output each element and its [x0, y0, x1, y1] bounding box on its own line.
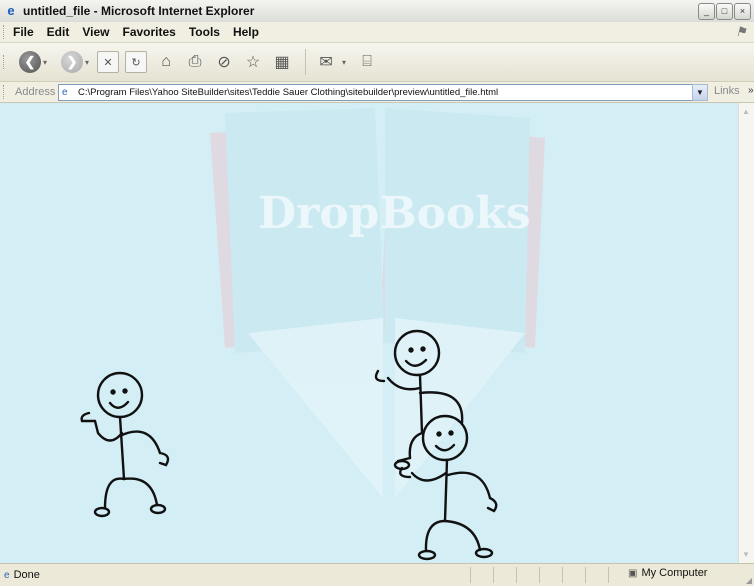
forward-button[interactable]: ❯	[61, 51, 84, 73]
status-pane	[493, 567, 516, 583]
print-icon: ⎙	[188, 53, 202, 70]
print-button[interactable]: ⎙	[182, 49, 208, 75]
resize-grip-icon[interactable]: ◢	[746, 576, 752, 585]
security-zone: ▣ My Computer	[628, 567, 707, 579]
stop-button[interactable]: ✕	[97, 51, 120, 73]
back-button[interactable]: ❮	[19, 51, 41, 73]
toolbar-grip[interactable]	[3, 85, 7, 99]
maximize-button[interactable]: □	[716, 3, 733, 20]
chevron-down-icon: ▼	[696, 88, 704, 97]
standard-toolbar: ❮ ▾ ❯ ▾ ✕ ↻ ⌂ ⎙ ⊘ ☆ ▦ ✉ ▾ ⌸	[0, 43, 754, 82]
watermark-text: DropBooks	[258, 188, 531, 239]
media-icon: ▦	[274, 54, 290, 71]
links-chevron-icon[interactable]: »	[748, 85, 754, 96]
window-controls: _ □ ×	[698, 3, 751, 20]
address-label: Address	[15, 86, 56, 98]
stick-figure-left	[80, 371, 170, 518]
page-done-icon: e	[4, 569, 10, 581]
address-url[interactable]: C:\Program Files\Yahoo SiteBuilder\sites…	[78, 87, 498, 98]
title-bar: e untitled_file - Microsoft Internet Exp…	[0, 0, 754, 23]
home-icon: ⌂	[161, 53, 171, 70]
back-arrow-icon: ❮	[24, 54, 36, 69]
mail-icon: ✉	[319, 54, 333, 71]
refresh-button[interactable]: ↻	[125, 51, 148, 73]
status-pane	[585, 567, 608, 583]
minimize-button[interactable]: _	[698, 3, 715, 20]
toolbar-grip[interactable]	[3, 25, 7, 39]
computer-icon: ▣	[628, 567, 638, 579]
dropbooks-watermark: DropBooks	[210, 108, 545, 498]
menu-bar: File Edit View Favorites Tools Help ⚑	[0, 22, 754, 43]
messenger-button[interactable]: ⌸	[354, 49, 380, 75]
search-icon: ⊘	[217, 54, 231, 71]
forward-dropdown-icon[interactable]: ▾	[85, 58, 89, 67]
mail-button[interactable]: ✉	[313, 49, 339, 75]
toolbar-separator	[305, 49, 307, 75]
status-text: Done	[13, 569, 40, 581]
scroll-down-icon[interactable]: ▼	[742, 550, 750, 559]
refresh-icon: ↻	[131, 56, 141, 69]
page-icon: e	[62, 86, 68, 98]
search-button[interactable]: ⊘	[211, 49, 237, 75]
ie-logo-icon: e	[7, 3, 15, 18]
address-dropdown-button[interactable]: ▼	[692, 84, 708, 101]
menu-help[interactable]: Help	[233, 25, 259, 39]
scroll-up-icon[interactable]: ▲	[742, 107, 750, 116]
menu-file[interactable]: File	[13, 25, 34, 39]
status-pane	[516, 567, 539, 583]
mail-dropdown-icon[interactable]: ▾	[342, 58, 346, 67]
menu-view[interactable]: View	[82, 25, 109, 39]
status-pane	[539, 567, 562, 583]
status-panes	[470, 567, 631, 583]
status-pane	[562, 567, 585, 583]
zone-text: My Computer	[641, 567, 708, 579]
address-bar: Address e C:\Program Files\Yahoo SiteBui…	[0, 82, 754, 103]
star-icon: ☆	[245, 54, 261, 71]
links-label[interactable]: Links	[714, 85, 740, 97]
close-button[interactable]: ×	[734, 3, 751, 20]
status-pane	[470, 567, 493, 583]
address-input[interactable]: e C:\Program Files\Yahoo SiteBuilder\sit…	[58, 84, 693, 101]
forward-arrow-icon: ❯	[66, 54, 78, 69]
stop-icon: ✕	[103, 56, 113, 69]
menu-edit[interactable]: Edit	[47, 25, 70, 39]
page-content: DropBooks	[0, 103, 738, 563]
status-bar: e Done ▣ My Computer ◢	[0, 563, 754, 586]
back-dropdown-icon[interactable]: ▾	[43, 58, 47, 67]
media-button[interactable]: ▦	[269, 49, 295, 75]
page-illustration: DropBooks	[80, 108, 545, 561]
favorites-button[interactable]: ☆	[240, 49, 266, 75]
menu-favorites[interactable]: Favorites	[122, 25, 175, 39]
vertical-scrollbar[interactable]: ▲ ▼	[738, 103, 754, 563]
windows-flag-icon: ⚑	[735, 24, 747, 39]
home-button[interactable]: ⌂	[153, 49, 179, 75]
window-title: untitled_file - Microsoft Internet Explo…	[23, 4, 255, 18]
messenger-icon: ⌸	[362, 53, 372, 70]
menu-tools[interactable]: Tools	[189, 25, 220, 39]
toolbar-grip[interactable]	[3, 55, 7, 69]
